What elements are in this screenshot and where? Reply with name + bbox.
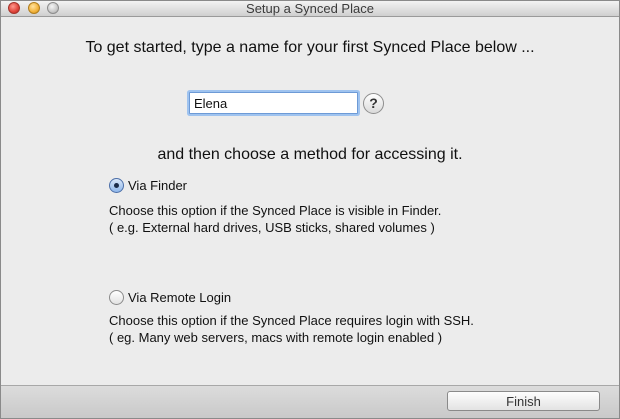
via-remote-login-description-line1: Choose this option if the Synced Place r… [109, 313, 474, 328]
via-finder-description-line1: Choose this option if the Synced Place i… [109, 203, 442, 218]
bottom-bar: Finish [1, 385, 619, 418]
setup-window: Setup a Synced Place To get started, typ… [0, 0, 620, 419]
via-finder-label[interactable]: Via Finder [128, 178, 187, 193]
method-prompt: and then choose a method for accessing i… [157, 146, 463, 163]
radio-selected-dot [114, 183, 119, 188]
via-remote-login-description: Choose this option if the Synced Place r… [109, 312, 474, 346]
via-remote-login-description-line2: ( eg. Many web servers, macs with remote… [109, 330, 443, 345]
via-remote-login-radio[interactable] [109, 290, 124, 305]
via-finder-description-line2: ( e.g. External hard drives, USB sticks,… [109, 220, 435, 235]
synced-place-name-input[interactable] [189, 92, 358, 114]
intro-text: To get started, type a name for your fir… [85, 39, 535, 56]
via-remote-login-label[interactable]: Via Remote Login [128, 290, 231, 305]
finish-button[interactable]: Finish [447, 391, 600, 411]
via-finder-description: Choose this option if the Synced Place i… [109, 202, 441, 236]
help-button[interactable]: ? [363, 93, 384, 114]
title-bar: Setup a Synced Place [1, 1, 619, 17]
via-finder-radio[interactable] [109, 178, 124, 193]
window-title: Setup a Synced Place [246, 1, 374, 16]
